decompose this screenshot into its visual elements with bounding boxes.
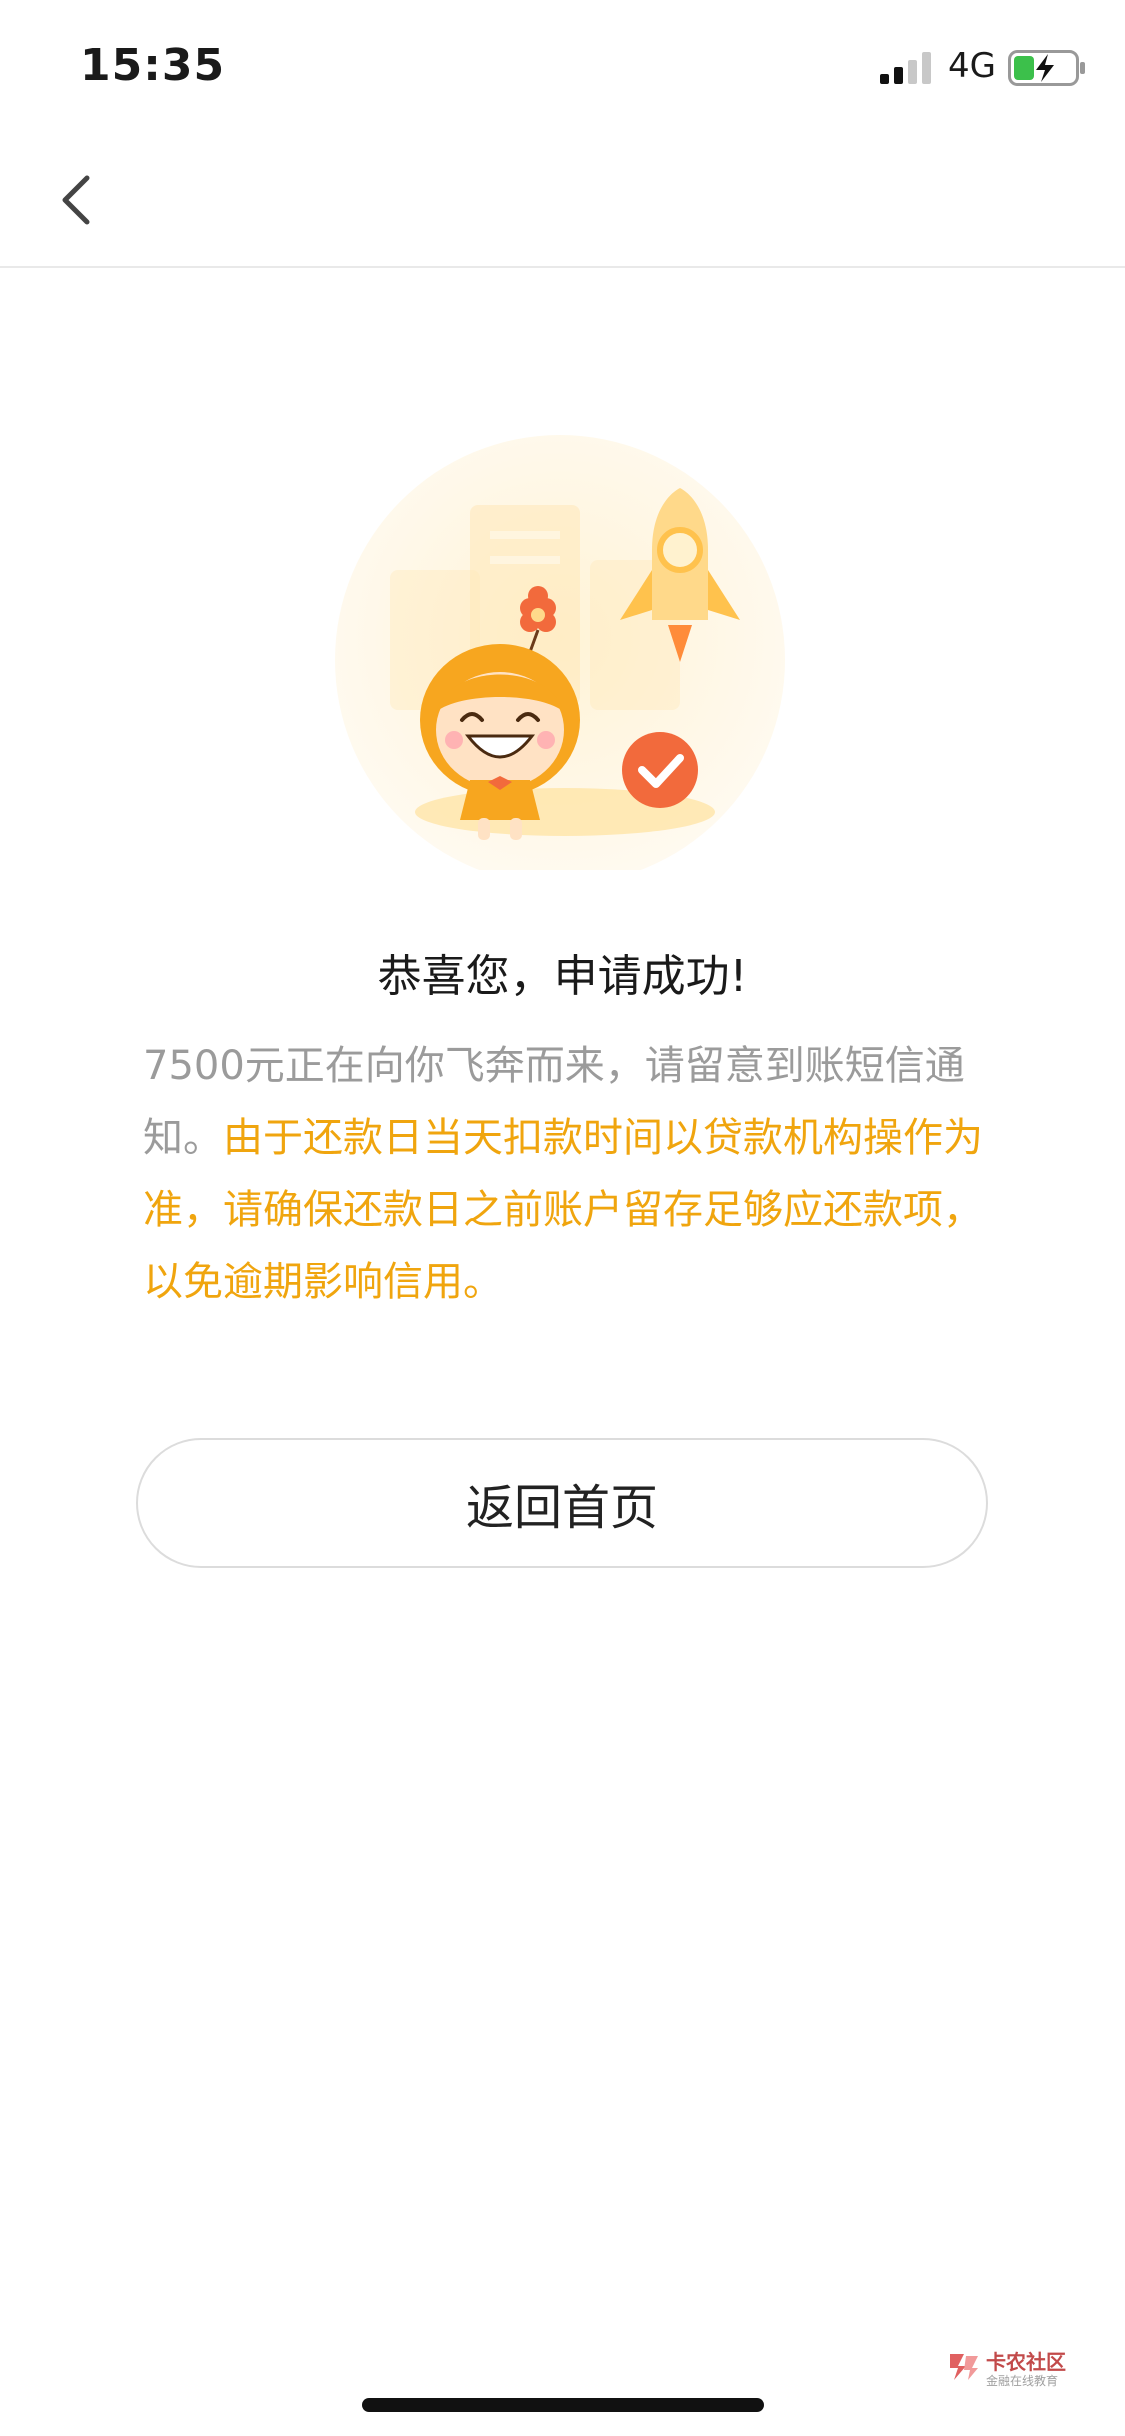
watermark-subtitle: 金融在线教育 [986,2374,1059,2388]
watermark: 卡农社区 金融在线教育 [946,2346,1066,2392]
success-title: 恭喜您，申请成功! [377,951,748,1002]
repayment-warning-text: 由于还款日当天扣款时间以贷款机构操作为准，请确保还款日之前账户留存足够应还款项，… [143,1115,983,1305]
signal-icon [880,52,931,84]
back-to-home-button[interactable]: 返回首页 [136,1438,988,1568]
battery-charging-icon [1008,50,1085,86]
kanong-logo-icon [950,2354,978,2380]
chevron-left-icon [62,175,90,225]
watermark-title: 卡农社区 [986,2350,1066,2374]
success-message: 7500元正在向你飞奔而来，请留意到账短信通知。由于还款日当天扣款时间以贷款机构… [143,1030,993,1318]
home-indicator[interactable] [362,2398,764,2412]
network-type: 4G [948,46,996,86]
nav-bar [0,132,1125,268]
check-circle-icon [622,732,698,808]
back-button[interactable] [40,160,110,240]
status-bar: 15:35 4G [0,0,1125,132]
success-illustration [335,435,785,870]
status-time: 15:35 [80,40,226,91]
